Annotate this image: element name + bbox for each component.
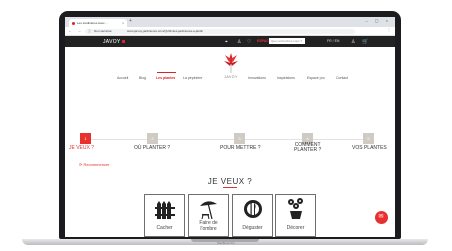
- url-field[interactable]: ⓘ Non sécurisé www.jarvoy-jardinieres.co…: [85, 28, 355, 34]
- browser-tab[interactable]: Les Jardinières Avec ... ×: [69, 19, 127, 27]
- plate-cutlery-icon: [244, 200, 262, 218]
- topbar-logo-text: JAVOY: [103, 39, 121, 45]
- step-5-label[interactable]: VOS PLANTES: [352, 146, 387, 151]
- option-label: Déguster: [242, 225, 263, 231]
- chat-button[interactable]: ✉: [375, 211, 388, 224]
- step-3-label[interactable]: POUR METTRE ?: [220, 146, 261, 151]
- search-input[interactable]: Que recherchez-vous ?: [269, 38, 305, 44]
- nav-item-accueil[interactable]: Accueil: [117, 76, 128, 80]
- info-icon[interactable]: ⓘ: [88, 29, 91, 34]
- option-label: Faire de l'ombre: [199, 220, 218, 232]
- flowers-vase-icon: [288, 198, 303, 219]
- quiz-question: JE VEUX ?: [207, 177, 253, 186]
- step-5-marker[interactable]: 5: [363, 133, 374, 144]
- option-label: Cacher: [156, 225, 173, 231]
- step-1-label[interactable]: JE VEUX ?: [69, 146, 94, 151]
- site-topbar: JAVOY ⌖ ♙ ♡ ESPACE PRO Que recherchez-vo…: [65, 36, 395, 47]
- tab-title: Les Jardinières Avec ...: [77, 21, 108, 25]
- nav-item-espace-pro[interactable]: Espace pro: [307, 76, 325, 80]
- user-icon[interactable]: ♙: [351, 39, 355, 45]
- nav-item-innovations[interactable]: Innovations: [248, 76, 266, 80]
- option-cacher[interactable]: Cacher: [144, 194, 185, 237]
- nav-active-underline: [157, 72, 176, 73]
- nav-item-contact[interactable]: Contact: [336, 76, 348, 80]
- option-deguster[interactable]: Déguster: [232, 194, 273, 237]
- url-text: www.jarvoy-jardinieres.com/QUIZ-des-jard…: [127, 28, 204, 33]
- laptop-screen: Les Jardinières Avec ... × + – ▢ × ← → ⟳…: [65, 17, 395, 237]
- nav-item-la-pepiniere[interactable]: La pépinière: [183, 76, 202, 80]
- laptop-brand: MacBook Pro: [216, 241, 235, 245]
- address-bar: ← → ⟳ ⓘ Non sécurisé www.jarvoy-jardinie…: [65, 27, 395, 36]
- search-placeholder: Que recherchez-vous ?: [271, 39, 303, 43]
- option-decorer[interactable]: Décorer: [275, 194, 316, 237]
- fence-icon: [155, 201, 175, 219]
- nav-item-blog[interactable]: Blog: [139, 76, 146, 80]
- account-icon[interactable]: ♙: [237, 39, 241, 45]
- language-switch[interactable]: FR / EN: [327, 39, 339, 43]
- site-security-label: Non sécurisé: [94, 28, 112, 33]
- topbar-logo[interactable]: JAVOY: [103, 39, 125, 45]
- nav-item-les-plantes[interactable]: Les plantes: [156, 76, 175, 80]
- browser-tabbar: Les Jardinières Avec ... × + – ▢ ×: [65, 17, 395, 27]
- step-1-marker[interactable]: 1: [80, 133, 91, 144]
- cart-icon[interactable]: 🛒: [362, 39, 368, 45]
- logo-flag-icon: [121, 40, 125, 43]
- heart-icon[interactable]: ♡: [247, 39, 251, 45]
- window-controls[interactable]: – ▢ ×: [365, 18, 391, 23]
- nav-item-inspirations[interactable]: Inspirations: [277, 76, 295, 80]
- option-faire-de-lombre[interactable]: Faire de l'ombre: [188, 194, 229, 237]
- step-3-marker[interactable]: 3: [234, 133, 245, 144]
- parasol-icon: [200, 201, 217, 220]
- browser-menu-icon[interactable]: ⋮: [387, 27, 391, 32]
- step-4-label[interactable]: COMMENT PLANTER ?: [294, 143, 321, 153]
- stepper-line: [89, 139, 367, 140]
- new-tab-button[interactable]: +: [129, 18, 132, 24]
- favicon-icon: [72, 21, 75, 25]
- tab-close-icon[interactable]: ×: [122, 19, 124, 27]
- restart-link[interactable]: ⟳ Recommencer: [79, 162, 109, 167]
- main-nav: Accueil Blog Les plantes La pépinière In…: [65, 72, 395, 84]
- step-2-marker[interactable]: 2: [147, 133, 158, 144]
- chat-icon: ✉: [378, 214, 384, 220]
- option-label: Décorer: [286, 225, 305, 231]
- location-icon[interactable]: ⌖: [225, 39, 228, 45]
- question-underline: [223, 187, 237, 188]
- step-2-label[interactable]: OÙ PLANTER ?: [134, 146, 170, 151]
